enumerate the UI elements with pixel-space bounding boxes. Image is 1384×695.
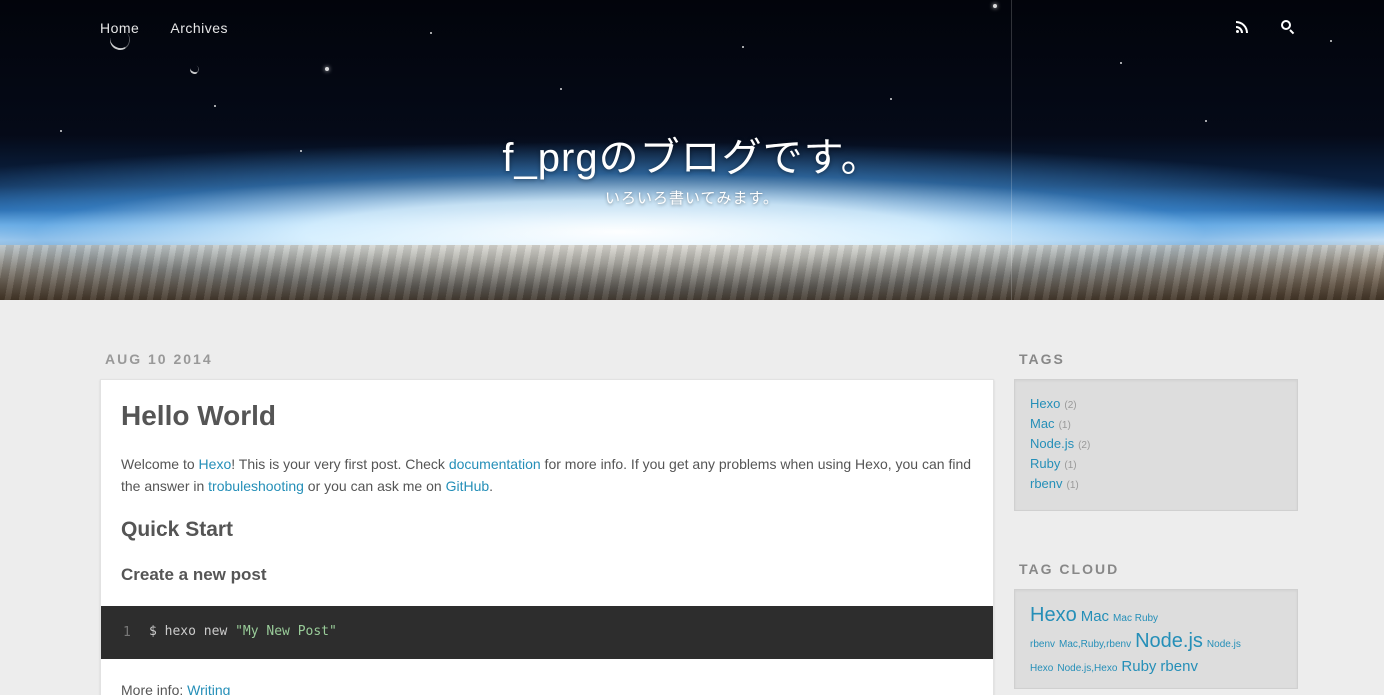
planet-decoration [188,63,201,76]
tag-list-item: rbenv (1) [1030,476,1282,496]
tag-list-item: Ruby (1) [1030,456,1282,476]
tag-count: (2) [1078,440,1091,451]
star-decoration [993,4,997,8]
header-banner: Home Archives f_prgのブログです。 いろいろ書いてみます。 [0,0,1384,300]
post-article: Hello World Welcome to Hexo! This is you… [100,379,994,695]
star-decoration [1120,62,1122,64]
tag-link[interactable]: Hexo [1030,396,1060,411]
earth-clouds [0,245,1384,300]
nav-home-link[interactable]: Home [100,20,139,36]
cloud-tag-link[interactable]: Node.js,Hexo [1057,663,1117,674]
tags-widget-title: TAGS [1019,351,1065,367]
writing-link[interactable]: Writing [187,682,230,695]
rss-icon[interactable] [1234,19,1250,35]
star-decoration [214,105,216,107]
tag-link[interactable]: Ruby [1030,456,1060,471]
site-subtitle: いろいろ書いてみます。 [604,190,780,207]
code-line-number: 1 [123,625,131,640]
cloud-tag-link[interactable]: Hexo [1030,604,1077,626]
cloud-tag-link[interactable]: rbenv [1160,658,1198,675]
cloud-tag-link[interactable]: Mac [1081,608,1109,625]
star-decoration [1205,120,1207,122]
search-icon[interactable] [1280,19,1296,35]
tag-count: (1) [1058,420,1071,431]
cloud-tag-link[interactable]: Mac,Ruby,rbenv [1059,639,1131,650]
star-decoration [890,98,892,100]
post-date[interactable]: AUG 10 2014 [105,351,213,367]
post-title[interactable]: Hello World [121,400,276,432]
tag-list-item: Mac (1) [1030,416,1282,436]
title-wrap: f_prgのブログです。 いろいろ書いてみます。 [0,125,1384,208]
site-title[interactable]: f_prgのブログです。 [0,125,1384,183]
post-intro: Welcome to Hexo! This is your very first… [121,456,972,494]
star-decoration [325,67,329,71]
tags-widget: Hexo (2) Mac (1) Node.js (2) Ruby (1) rbenv(… [1014,379,1298,511]
cloud-tag-link[interactable]: Node.js [1135,630,1203,652]
hexo-link[interactable]: Hexo [199,456,232,472]
github-link[interactable]: GitHub [446,478,490,494]
tag-link[interactable]: Node.js [1030,436,1074,451]
tag-cloud-title: TAG CLOUD [1019,561,1120,577]
star-decoration [1330,40,1332,42]
cloud-tag-link[interactable]: Node.js [1207,639,1241,650]
nav-archives-link[interactable]: Archives [170,20,228,36]
tag-count: (2) [1064,400,1077,411]
star-decoration [742,46,744,48]
cloud-tag-link[interactable]: Mac Ruby [1113,613,1158,624]
cloud-tag-link[interactable]: Hexo [1030,663,1053,674]
more-info: More info: Writing [121,682,230,695]
troubleshooting-link[interactable]: trobuleshooting [208,478,304,494]
quick-start-heading: Quick Start [121,518,234,541]
create-post-heading: Create a new post [121,565,267,584]
tag-cloud-widget: Hexo Mac Mac Ruby rbenv Mac,Ruby,rbenv Node.… [1014,589,1298,689]
tag-link[interactable]: rbenv [1030,476,1063,491]
code-block: 1 $ hexo new "My New Post" [101,606,993,659]
tag-list-item: Hexo (2) [1030,396,1282,416]
tag-count: (1) [1066,480,1079,491]
sub-nav [1234,19,1296,35]
tag-count: (1) [1064,460,1077,471]
documentation-link[interactable]: documentation [449,456,541,472]
star-decoration [560,88,562,90]
cloud-tag-link[interactable]: rbenv [1030,639,1055,650]
star-decoration [430,32,432,34]
tag-link[interactable]: Mac [1030,416,1055,431]
cloud-tag-link[interactable]: Ruby [1121,658,1156,675]
tag-list-item: Node.js (2) [1030,436,1282,456]
main-nav: Home Archives [100,20,228,36]
code-line: $ hexo new "My New Post" [149,624,337,639]
